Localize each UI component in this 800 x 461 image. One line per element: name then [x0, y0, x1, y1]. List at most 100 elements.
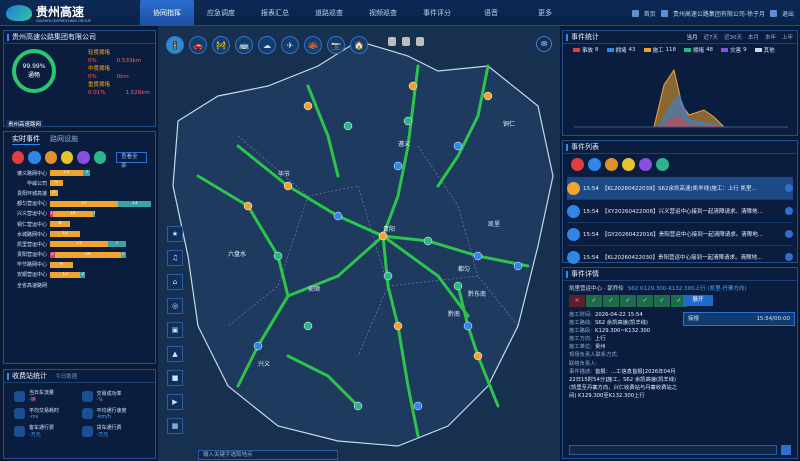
- map-side-tool-icon[interactable]: ♫: [167, 250, 183, 266]
- map-event-marker[interactable]: [473, 351, 483, 361]
- event-type-icon[interactable]: [77, 151, 90, 164]
- map-side-tool-icon[interactable]: ⌂: [167, 274, 183, 290]
- send-icon[interactable]: [781, 445, 791, 455]
- event-type-icon[interactable]: [28, 151, 41, 164]
- stats-range-tab[interactable]: 近7天: [703, 33, 718, 43]
- map-event-marker[interactable]: [403, 116, 413, 126]
- stats-legend-item[interactable]: 施工 118: [643, 46, 676, 54]
- bar-row[interactable]: 安顺营运中心 12 2: [8, 270, 151, 280]
- map-side-tool-icon[interactable]: ▦: [167, 418, 183, 434]
- stats-legend-item[interactable]: 事故 8: [573, 46, 599, 54]
- home-link[interactable]: 首页: [644, 9, 656, 18]
- map-side-tool-icon[interactable]: ▶: [167, 394, 183, 410]
- nav-item-5[interactable]: 事件评分: [410, 0, 464, 26]
- bar-row[interactable]: 水城路网中心 12: [8, 229, 151, 239]
- user-name[interactable]: 贵州高速公路集团有限公司-徐子月: [673, 9, 765, 18]
- bar-row[interactable]: 铜仁营运中心 8: [8, 219, 151, 229]
- map-search-input[interactable]: 输入关键字选取地点: [198, 450, 338, 460]
- map-event-marker[interactable]: [513, 261, 523, 271]
- nav-item-2[interactable]: 报表汇总: [248, 0, 302, 26]
- map-event-marker[interactable]: [383, 271, 393, 281]
- map-event-marker[interactable]: [378, 231, 388, 241]
- bar-row[interactable]: 贵阳营运中心 2 26 2: [8, 250, 151, 260]
- map-event-marker[interactable]: [303, 101, 313, 111]
- bar-row[interactable]: 凯里营运中心 23 7: [8, 239, 151, 249]
- nav-item-4[interactable]: 视频巡查: [356, 0, 410, 26]
- logout-icon[interactable]: [769, 9, 777, 17]
- map-side-tool-icon[interactable]: ◎: [167, 298, 183, 314]
- map-layer-icon[interactable]: 🌉: [304, 36, 322, 54]
- nav-item-6[interactable]: 语音: [464, 0, 518, 26]
- map-event-marker[interactable]: [353, 401, 363, 411]
- event-item-open-icon[interactable]: [785, 230, 793, 238]
- event-type-icon[interactable]: [93, 151, 107, 164]
- map-event-marker[interactable]: [453, 141, 463, 151]
- stats-range-tab[interactable]: 本月: [748, 33, 759, 43]
- event-list-item[interactable]: 15:54 【KL20260422039】S62余凯高速(凯羊线)施工：上行 凯里…: [567, 177, 793, 200]
- view-all-button[interactable]: 查看全部: [116, 152, 147, 169]
- event-type-icon[interactable]: [656, 158, 669, 171]
- stats-legend-item[interactable]: 拥堵 43: [606, 46, 636, 54]
- map-layer-icon[interactable]: ✈: [281, 36, 299, 54]
- stats-range-tab[interactable]: 当月: [686, 33, 697, 43]
- chat-icon[interactable]: ✉: [536, 36, 552, 52]
- nav-item-1[interactable]: 应急调度: [194, 0, 248, 26]
- map-event-marker[interactable]: [393, 321, 403, 331]
- stats-legend-item[interactable]: 其他: [754, 46, 777, 54]
- map-chip-2[interactable]: [402, 37, 410, 46]
- tab-road-facilities[interactable]: 路网设施: [50, 134, 78, 145]
- map-event-marker[interactable]: [273, 251, 283, 261]
- stats-range-tab[interactable]: 本年: [765, 33, 776, 43]
- map-event-marker[interactable]: [453, 281, 463, 291]
- nav-item-0[interactable]: 协同指挥: [140, 0, 194, 26]
- event-item-open-icon[interactable]: [785, 184, 793, 192]
- nav-item-7[interactable]: 更多: [518, 0, 572, 26]
- event-type-icon[interactable]: [44, 151, 58, 164]
- bar-row[interactable]: 毕威公司 5: [8, 178, 151, 188]
- map-chip-1[interactable]: [388, 37, 396, 46]
- tab-realtime-events[interactable]: 实时事件: [12, 134, 40, 145]
- stats-legend-item[interactable]: 灾害 9: [721, 46, 747, 54]
- map-event-marker[interactable]: [423, 236, 433, 246]
- bar-row[interactable]: 都匀营运中心 27 13: [8, 199, 151, 209]
- bar-row[interactable]: 兴义营运中心 1 16 1: [8, 209, 151, 219]
- event-type-icon[interactable]: [639, 158, 652, 171]
- bar-row[interactable]: 毕节路网中心 9: [8, 260, 151, 270]
- map-side-tool-icon[interactable]: ▣: [167, 322, 183, 338]
- event-type-icon[interactable]: [588, 158, 601, 171]
- stats-range-tab[interactable]: 近30天: [724, 33, 742, 43]
- event-type-icon[interactable]: [605, 158, 618, 171]
- expand-button[interactable]: 展开: [683, 295, 713, 306]
- map-side-tool-icon[interactable]: ■: [167, 370, 183, 386]
- map-event-marker[interactable]: [253, 341, 263, 351]
- event-type-icon[interactable]: [571, 158, 584, 171]
- road-network-map[interactable]: 遵义 毕节 贵阳 安顺 六盘水 都匀 凯里 铜仁 兴义 黔东南 黔南 🚦 🚗 🚧 🚌 ☁ ✈ 🌉 📷 🏠 ✉ ★ ♫ ⌂…: [158, 26, 560, 461]
- map-event-marker[interactable]: [393, 161, 403, 171]
- event-list-item[interactable]: 15:54 【KL20260422030】贵阳营运中心接到一起清障请求。清障地…: [567, 246, 793, 269]
- event-item-open-icon[interactable]: [785, 207, 793, 215]
- logout-link[interactable]: 退出: [782, 9, 794, 18]
- event-type-icon[interactable]: [622, 158, 635, 171]
- map-event-marker[interactable]: [473, 251, 483, 261]
- bar-row[interactable]: 全省高速路网: [8, 280, 151, 290]
- map-event-marker[interactable]: [463, 321, 473, 331]
- map-event-marker[interactable]: [413, 401, 423, 411]
- stats-legend-item[interactable]: 拥堵 48: [684, 46, 713, 54]
- nav-item-3[interactable]: 道路巡查: [302, 0, 356, 26]
- map-side-tool-icon[interactable]: ★: [167, 226, 183, 242]
- map-layer-icon[interactable]: 🚧: [212, 36, 230, 54]
- map-event-marker[interactable]: [333, 211, 343, 221]
- bar-row[interactable]: 贵阳环城高速 3: [8, 188, 151, 198]
- message-input[interactable]: [569, 445, 777, 455]
- home-icon[interactable]: [631, 9, 639, 17]
- map-chip-3[interactable]: [416, 37, 424, 46]
- stats-range-tab[interactable]: 上年: [782, 33, 793, 43]
- map-layer-icon[interactable]: 🏠: [350, 36, 368, 54]
- reply-item[interactable]: 15:54/00:00 接报: [683, 312, 795, 326]
- bar-row[interactable]: 遵义路网中心 13 3: [8, 168, 151, 178]
- event-list-item[interactable]: 15:54 【GY20260422016】贵阳营运中心接到一起清障请求。清障地…: [567, 223, 793, 246]
- map-canvas[interactable]: 遵义毕节贵阳安顺 六盘水都匀 凯里 铜仁兴义 黔东南黔南: [158, 26, 560, 461]
- map-layer-icon[interactable]: 🚌: [235, 36, 253, 54]
- map-event-marker[interactable]: [303, 321, 313, 331]
- map-event-marker[interactable]: [408, 81, 418, 91]
